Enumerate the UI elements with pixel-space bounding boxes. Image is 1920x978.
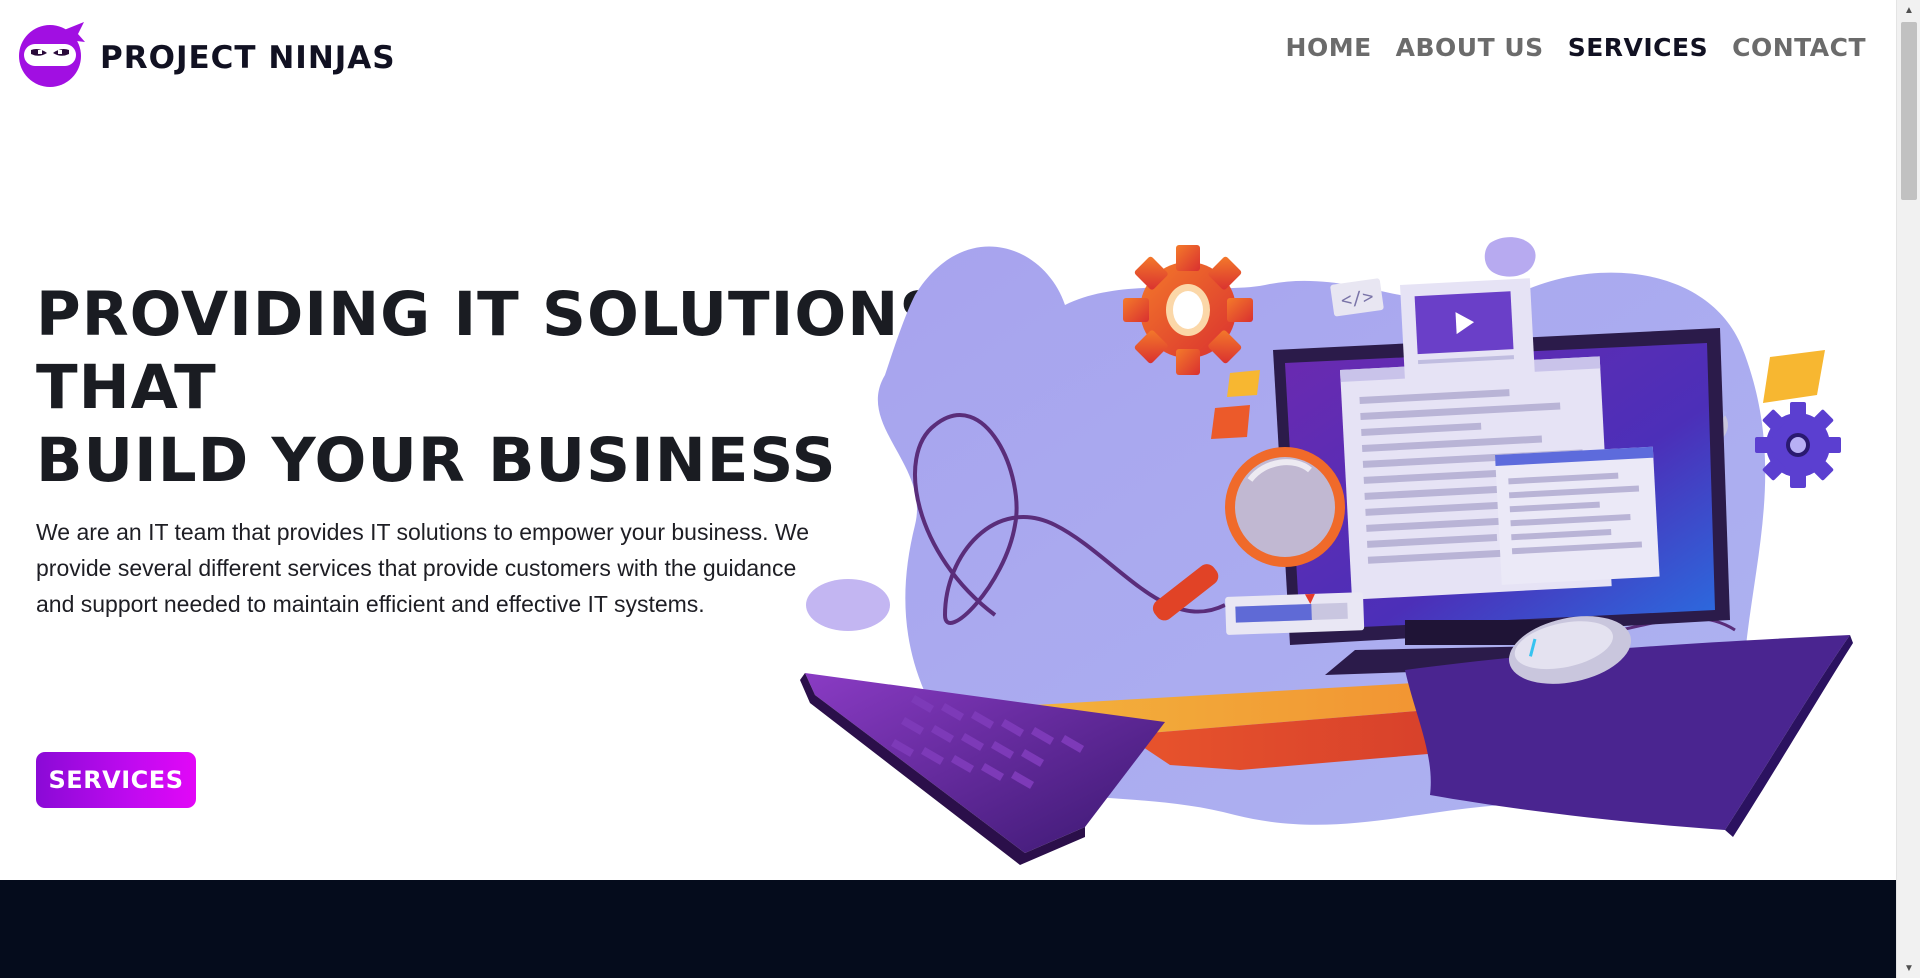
nav-about-us[interactable]: ABOUT US: [1396, 33, 1544, 62]
site-header: PROJECT NINJAS HOME ABOUT US SERVICES CO…: [0, 0, 1896, 110]
logo-wordmark: PROJECT NINJAS: [100, 40, 396, 76]
hero-description: We are an IT team that provides IT solut…: [36, 519, 810, 617]
services-cta-button[interactable]: SERVICES: [36, 752, 196, 808]
page-scrollbar[interactable]: ▲ ▼: [1896, 0, 1920, 978]
site-logo[interactable]: PROJECT NINJAS: [18, 20, 396, 88]
page: PROJECT NINJAS HOME ABOUT US SERVICES CO…: [0, 0, 1896, 978]
nav-contact[interactable]: CONTACT: [1732, 33, 1866, 62]
hero-illustration: </>: [800, 237, 1853, 865]
hero-title-line-2: BUILD YOUR BUSINESS: [36, 425, 837, 496]
nav-home[interactable]: HOME: [1286, 33, 1372, 62]
scroll-down-arrow-icon[interactable]: ▼: [1897, 958, 1920, 978]
main-nav: HOME ABOUT US SERVICES CONTACT: [1262, 33, 1866, 62]
nav-services[interactable]: SERVICES: [1568, 33, 1708, 62]
scrollbar-thumb[interactable]: [1901, 22, 1917, 200]
browser-viewport: PROJECT NINJAS HOME ABOUT US SERVICES CO…: [0, 0, 1920, 978]
next-section-band: [0, 880, 1896, 978]
scroll-up-arrow-icon[interactable]: ▲: [1897, 0, 1920, 20]
ninja-mascot-icon: [19, 22, 85, 87]
